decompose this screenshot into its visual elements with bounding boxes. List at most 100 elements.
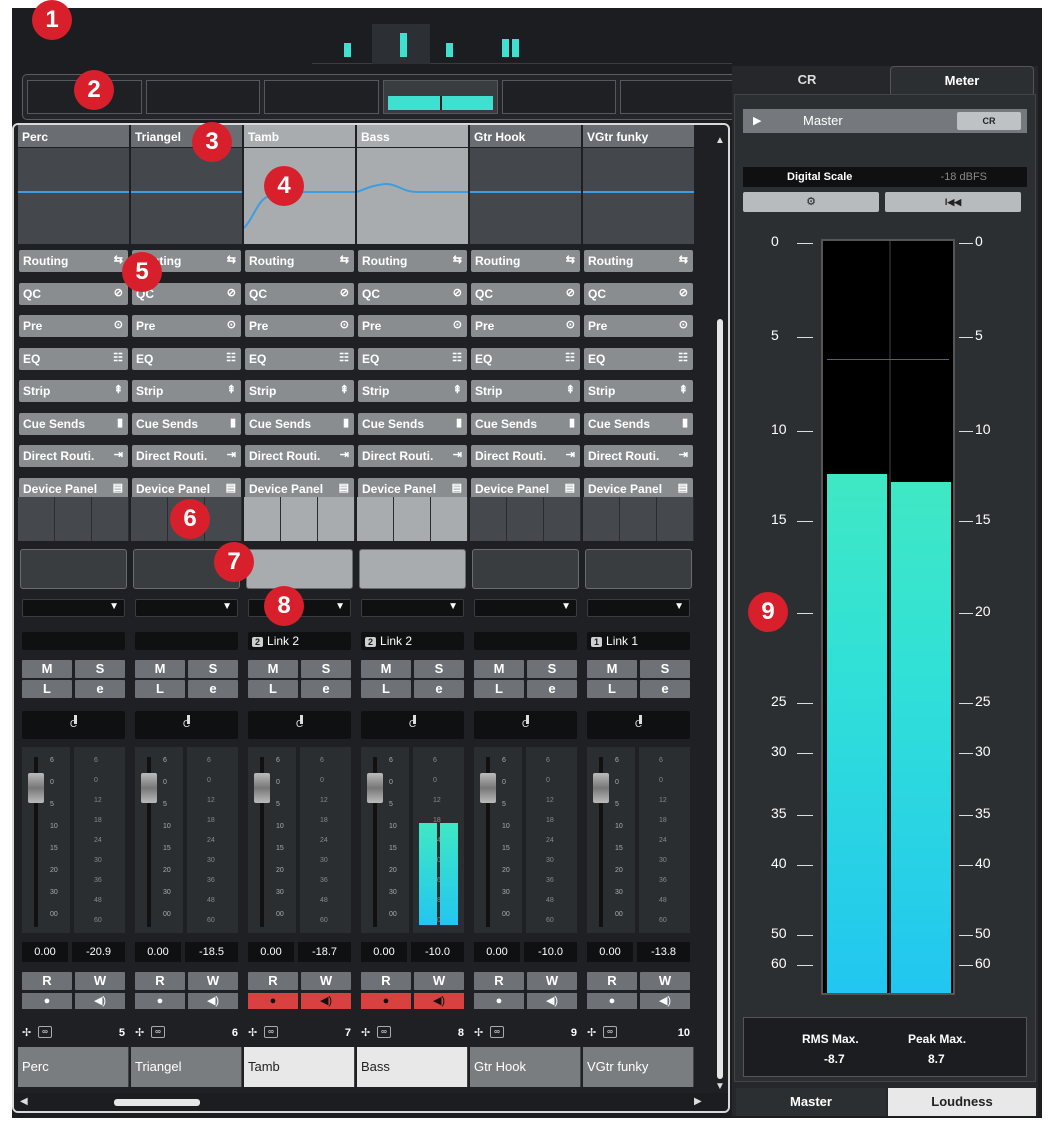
pin-icon[interactable]: ✢ <box>135 1027 144 1039</box>
vertical-scrollbar[interactable]: ▲ ▼ <box>714 135 726 1095</box>
listen-button[interactable]: L <box>248 680 298 698</box>
rack-eq[interactable]: EQ ☷ <box>584 347 693 370</box>
pan-control[interactable]: C <box>135 711 238 739</box>
mute-button[interactable]: M <box>22 660 72 678</box>
rack-strip[interactable]: Strip ⇞ <box>358 380 467 402</box>
rack-qc[interactable]: QC ⊘ <box>471 282 580 305</box>
volume-value[interactable]: 0.00 <box>361 942 407 962</box>
pin-icon[interactable]: ✢ <box>587 1027 596 1039</box>
solo-button[interactable]: S <box>414 660 464 678</box>
record-button[interactable]: ● <box>587 993 637 1009</box>
monitor-button[interactable]: ◀) <box>527 993 577 1009</box>
channel-slot[interactable] <box>145 80 261 114</box>
input-output-dropdown[interactable]: ▼ <box>587 599 690 617</box>
monitor-button[interactable]: ◀) <box>301 993 351 1009</box>
rack-cue-sends[interactable]: Cue Sends ▮ <box>584 412 693 435</box>
tab-master[interactable]: Master <box>736 1088 886 1116</box>
scroll-left-icon[interactable]: ◀ <box>20 1096 28 1107</box>
rack-routing[interactable]: Routing ⇆ <box>584 250 693 272</box>
channel-slot-active[interactable] <box>383 80 498 114</box>
rack-strip[interactable]: Strip ⇞ <box>584 380 693 402</box>
insert-slot[interactable] <box>507 497 544 541</box>
rack-direct-routi-[interactable]: Direct Routi. ⇥ <box>132 445 241 467</box>
read-button[interactable]: R <box>135 972 185 990</box>
insert-slot[interactable] <box>394 497 431 541</box>
input-output-dropdown[interactable]: ▼ <box>22 599 125 617</box>
rack-routing[interactable]: Routing ⇆ <box>358 250 467 272</box>
insert-slot[interactable] <box>131 497 168 541</box>
eq-curve-display[interactable] <box>583 148 694 244</box>
solo-button[interactable]: S <box>301 660 351 678</box>
input-output-dropdown[interactable]: ▼ <box>135 599 238 617</box>
rack-pre[interactable]: Pre ⊙ <box>584 315 693 337</box>
solo-button[interactable]: S <box>188 660 238 678</box>
mute-button[interactable]: M <box>587 660 637 678</box>
inserts-area[interactable] <box>244 497 355 541</box>
edit-button[interactable]: e <box>75 680 125 698</box>
pan-control[interactable]: C <box>587 711 690 739</box>
sends-area[interactable] <box>585 549 692 589</box>
rack-pre[interactable]: Pre ⊙ <box>358 315 467 337</box>
rack-qc[interactable]: QC ⊘ <box>358 282 467 305</box>
scroll-thumb[interactable] <box>114 1099 200 1106</box>
link-icon[interactable]: ∞ <box>490 1026 504 1038</box>
sends-area[interactable] <box>472 549 579 589</box>
read-button[interactable]: R <box>361 972 411 990</box>
eq-curve-display[interactable] <box>357 148 468 244</box>
channel-selector-bar[interactable] <box>22 74 740 120</box>
peak-value[interactable]: -20.9 <box>72 942 125 962</box>
rack-qc[interactable]: QC ⊘ <box>245 282 354 305</box>
insert-slot[interactable] <box>281 497 318 541</box>
rack-strip[interactable]: Strip ⇞ <box>245 380 354 402</box>
link-icon[interactable]: ∞ <box>603 1026 617 1038</box>
channel-name[interactable]: Gtr Hook <box>470 1047 581 1087</box>
scroll-up-icon[interactable]: ▲ <box>715 135 725 146</box>
input-output-dropdown[interactable]: ▼ <box>361 599 464 617</box>
peak-value[interactable]: -18.7 <box>298 942 351 962</box>
link-icon[interactable]: ∞ <box>377 1026 391 1038</box>
write-button[interactable]: W <box>527 972 577 990</box>
eq-curve-display[interactable] <box>18 148 129 244</box>
channel-overview[interactable] <box>312 20 732 64</box>
channel-slot[interactable] <box>264 80 380 114</box>
listen-button[interactable]: L <box>474 680 524 698</box>
insert-slot[interactable] <box>205 497 242 541</box>
sends-area[interactable] <box>359 549 466 589</box>
channel-name[interactable]: Triangel <box>131 1047 242 1087</box>
rack-pre[interactable]: Pre ⊙ <box>245 315 354 337</box>
channel-slot[interactable] <box>501 80 617 114</box>
write-button[interactable]: W <box>301 972 351 990</box>
rack-cue-sends[interactable]: Cue Sends ▮ <box>132 412 241 435</box>
pan-control[interactable]: C <box>474 711 577 739</box>
listen-button[interactable]: L <box>135 680 185 698</box>
rack-pre[interactable]: Pre ⊙ <box>132 315 241 337</box>
rack-cue-sends[interactable]: Cue Sends ▮ <box>471 412 580 435</box>
scroll-down-icon[interactable]: ▼ <box>715 1081 725 1092</box>
reset-peaks-icon[interactable]: I◀◀ <box>885 192 1021 212</box>
tab-meter[interactable]: Meter <box>890 66 1034 94</box>
pin-icon[interactable]: ✢ <box>361 1027 370 1039</box>
solo-button[interactable]: S <box>640 660 690 678</box>
volume-value[interactable]: 0.00 <box>248 942 294 962</box>
channel-name[interactable]: Tamb <box>244 1047 355 1087</box>
rack-direct-routi-[interactable]: Direct Routi. ⇥ <box>245 445 354 467</box>
channel-slot[interactable] <box>620 80 736 114</box>
insert-slot[interactable] <box>55 497 92 541</box>
inserts-area[interactable] <box>583 497 694 541</box>
fader-knob[interactable] <box>254 773 270 803</box>
monitor-button[interactable]: ◀) <box>188 993 238 1009</box>
monitor-button[interactable]: ◀) <box>640 993 690 1009</box>
read-button[interactable]: R <box>22 972 72 990</box>
rack-routing[interactable]: Routing ⇆ <box>471 250 580 272</box>
rack-cue-sends[interactable]: Cue Sends ▮ <box>358 412 467 435</box>
input-output-dropdown[interactable]: ▼ <box>474 599 577 617</box>
rack-direct-routi-[interactable]: Direct Routi. ⇥ <box>471 445 580 467</box>
pin-icon[interactable]: ✢ <box>474 1027 483 1039</box>
monitor-button[interactable]: ◀) <box>75 993 125 1009</box>
pan-control[interactable]: C <box>22 711 125 739</box>
read-button[interactable]: R <box>248 972 298 990</box>
inserts-area[interactable] <box>470 497 581 541</box>
link-icon[interactable]: ∞ <box>38 1026 52 1038</box>
sends-area[interactable] <box>246 549 353 589</box>
write-button[interactable]: W <box>188 972 238 990</box>
